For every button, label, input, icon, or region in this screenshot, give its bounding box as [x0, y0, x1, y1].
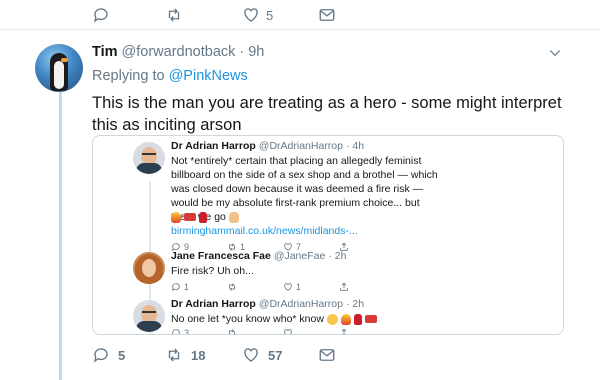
retweet-icon: [168, 8, 180, 22]
embedded-reply-count-3: 3: [184, 328, 190, 335]
embedded-avatar-3: [133, 300, 165, 332]
embedded-name-1: Dr Adrian Harrop: [171, 140, 256, 152]
replying-to-link[interactable]: @PinkNews: [169, 68, 248, 84]
embedded-handle-3: @DrAdrianHarrop: [258, 298, 343, 310]
author-name[interactable]: Tim: [92, 44, 118, 60]
reply-icon: [172, 283, 180, 292]
embedded-reply-count-2: 1: [184, 282, 190, 292]
embedded-avatar-1: [133, 142, 165, 174]
embedded-text-1: Not *entirely* certain that placing an a…: [171, 154, 443, 224]
reply-button[interactable]: 5: [92, 346, 125, 364]
like-count: 57: [268, 347, 283, 363]
embedded-text-2: Fire risk? Uh oh...: [171, 265, 254, 277]
tweet-header: Tim @forwardnotback · 9h: [92, 44, 264, 60]
fire-engine-emoji-icon: [364, 315, 377, 324]
embedded-text-3: No one let *you know who* know: [171, 312, 380, 326]
avatar[interactable]: [35, 44, 83, 92]
dm-button[interactable]: [318, 6, 336, 24]
reply-icon: [172, 329, 180, 334]
like-icon: [284, 329, 292, 334]
embedded-avatar-2: [133, 252, 165, 284]
dm-icon: [319, 9, 335, 21]
reply-count: 5: [118, 347, 126, 363]
thread-line: [59, 92, 62, 380]
dm-button[interactable]: [318, 346, 336, 364]
embedded-name-2: Jane Francesca Fae: [171, 250, 271, 262]
embedded-time-3: · 2h: [345, 298, 365, 310]
fire-emoji-icon: [171, 211, 181, 223]
embedded-name-3: Dr Adrian Harrop: [171, 298, 256, 310]
previous-tweet-actions: 5: [0, 0, 600, 30]
hand-emoji-icon: [228, 211, 239, 223]
reply-button[interactable]: [92, 6, 116, 24]
tweet-actions: 5 18 57: [0, 342, 600, 372]
dm-icon: [319, 349, 335, 361]
replying-prefix: Replying to: [92, 68, 165, 84]
retweet-button[interactable]: [165, 6, 189, 24]
retweet-button[interactable]: 18: [165, 346, 205, 364]
retweet-count: 18: [191, 347, 206, 363]
embedded-header-2: Jane Francesca Fae @JaneFae · 2h: [171, 250, 346, 262]
extinguisher-emoji-icon: [199, 211, 207, 223]
like-button[interactable]: 57: [242, 346, 282, 364]
extinguisher-emoji-icon: [353, 313, 362, 325]
fire-engine-emoji-icon: [184, 213, 196, 222]
embedded-handle-1: @DrAdrianHarrop: [258, 140, 343, 152]
embedded-emoji-row-1: [171, 210, 210, 224]
embedded-header-1: Dr Adrian Harrop @DrAdrianHarrop · 4h: [171, 140, 364, 152]
tweet-menu-button[interactable]: [548, 46, 562, 60]
like-icon: [244, 348, 258, 362]
like-button[interactable]: 5: [242, 6, 273, 24]
reply-icon: [93, 8, 108, 23]
share-icon: [340, 328, 348, 334]
embedded-time-1: · 4h: [345, 140, 365, 152]
tweet-time[interactable]: · 9h: [239, 44, 264, 60]
like-count: 5: [266, 7, 274, 23]
replying-to: Replying to @PinkNews: [92, 68, 248, 84]
chevron-down-icon: [549, 50, 561, 57]
like-icon: [244, 8, 258, 22]
embedded-actions-2: 1 1: [171, 282, 395, 292]
embedded-link-1: birminghammail.co.uk/news/midlands-...: [171, 225, 358, 237]
embedded-like-count-2: 1: [296, 282, 302, 292]
like-icon: [284, 283, 292, 291]
retweet-icon: [168, 348, 180, 362]
embedded-time-2: · 2h: [328, 250, 347, 262]
embedded-text-3-body: No one let *you know who* know: [171, 313, 324, 325]
embedded-handle-2: @JaneFae: [273, 250, 326, 262]
author-handle[interactable]: @forwardnotback: [122, 44, 236, 60]
share-icon: [340, 282, 348, 291]
reply-icon: [93, 348, 108, 363]
retweet-icon: [229, 329, 235, 334]
retweet-icon: [229, 283, 235, 291]
grimace-emoji-icon: [326, 313, 338, 325]
embedded-text-1-body: Not *entirely* certain that placing an a…: [171, 155, 438, 223]
embedded-header-3: Dr Adrian Harrop @DrAdrianHarrop · 2h: [171, 298, 364, 310]
fire-emoji-icon: [340, 313, 351, 325]
embedded-actions-3: 3: [171, 328, 395, 335]
tweet-text: This is the man you are treating as a he…: [92, 94, 562, 134]
embedded-image[interactable]: Dr Adrian Harrop @DrAdrianHarrop · 4h No…: [92, 135, 564, 335]
